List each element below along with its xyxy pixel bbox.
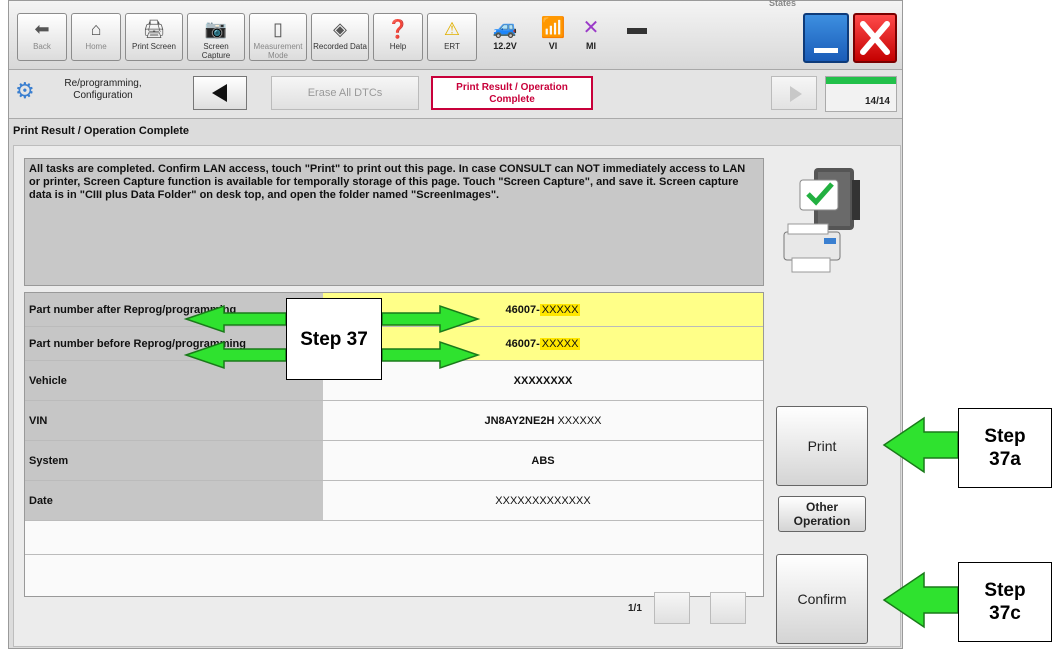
arrow-print xyxy=(882,416,959,474)
arrow-right-after xyxy=(381,304,481,334)
callout-step-37a: Step 37a xyxy=(958,408,1052,488)
arrow-confirm xyxy=(882,571,959,629)
callout-step-37: Step 37 xyxy=(286,298,382,380)
annotation-arrows xyxy=(183,304,959,629)
callout-step-37c: Step 37c xyxy=(958,562,1052,642)
arrow-right-before xyxy=(381,340,481,370)
arrow-left-before xyxy=(183,340,287,370)
arrow-left-after xyxy=(183,304,287,334)
